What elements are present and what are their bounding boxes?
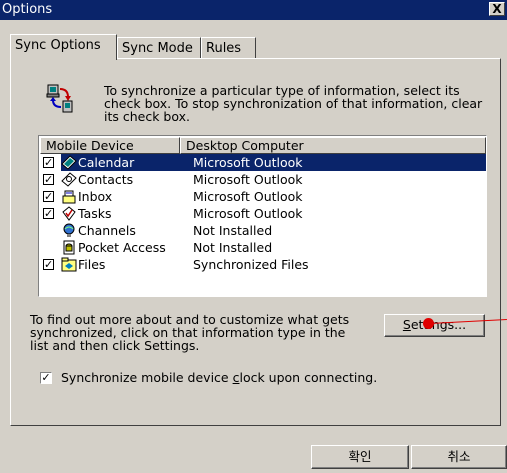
window-title: Options: [2, 2, 53, 17]
tab-sync-mode[interactable]: Sync Mode: [117, 37, 201, 59]
sync-options-panel: [10, 58, 501, 426]
title-bar[interactable]: Options X: [0, 0, 507, 20]
tab-sync-options[interactable]: Sync Options: [10, 34, 117, 60]
close-button[interactable]: X: [489, 2, 505, 16]
cancel-label: 취소: [447, 449, 471, 464]
close-icon: X: [492, 2, 502, 16]
tab-label: Sync Mode: [122, 41, 193, 56]
tab-label: Sync Options: [15, 38, 101, 53]
cancel-button[interactable]: 취소: [411, 445, 507, 469]
tab-rules[interactable]: Rules: [201, 37, 256, 59]
ok-label: 확인: [348, 449, 372, 464]
options-dialog: Options X Sync Options Sync Mode Rules T…: [0, 0, 507, 473]
tab-label: Rules: [206, 41, 242, 56]
ok-button[interactable]: 확인: [311, 445, 409, 469]
